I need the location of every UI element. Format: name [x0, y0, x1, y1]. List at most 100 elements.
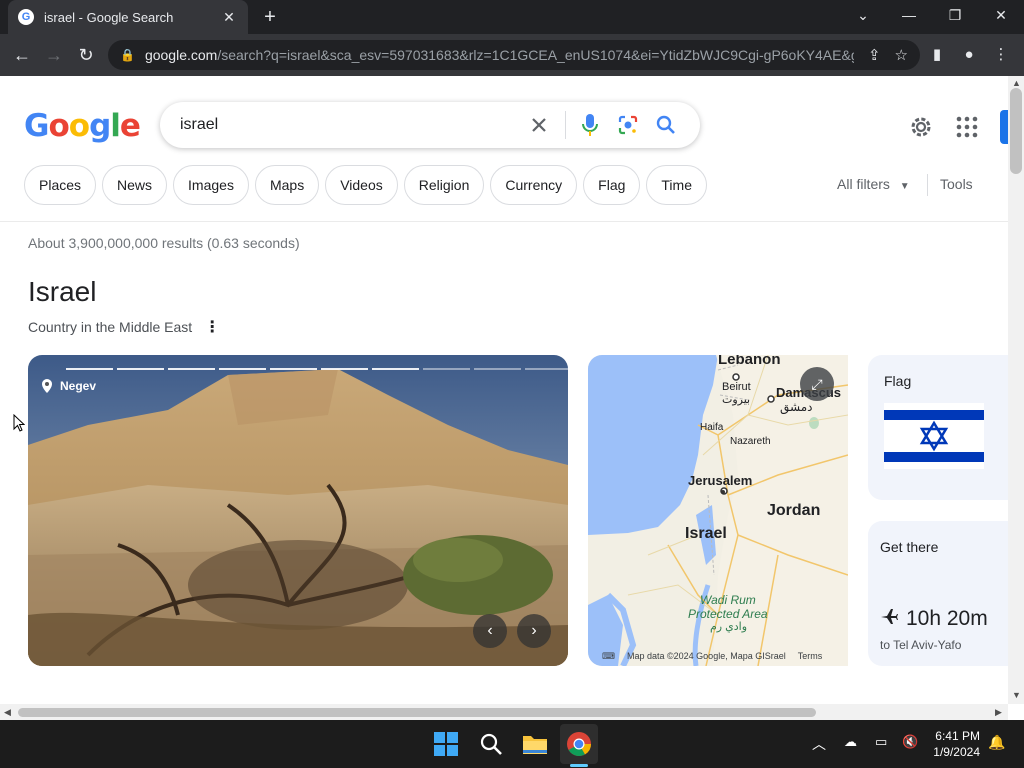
carousel-prev-button[interactable]: ‹	[473, 614, 507, 648]
progress-segment	[474, 368, 521, 370]
chip-flag[interactable]: Flag	[583, 165, 641, 205]
chip-maps[interactable]: Maps	[254, 165, 320, 205]
windows-start-icon[interactable]	[430, 728, 462, 760]
notification-bell-icon[interactable]: 🔔	[988, 734, 1005, 751]
share-icon[interactable]: ⇪	[868, 46, 881, 64]
volume-muted-icon[interactable]: 🔇	[902, 734, 918, 750]
map-label-beirut-arabic: بيروت	[722, 394, 751, 406]
url-text: google.com/search?q=israel&sca_esv=59703…	[144, 47, 854, 63]
map-label-jordan: Jordan	[767, 502, 821, 519]
all-filters-button[interactable]: All filters ▼	[837, 176, 910, 192]
google-logo[interactable]: Google	[24, 108, 141, 144]
flag-card[interactable]: Flag	[868, 355, 1008, 500]
browser-tab[interactable]: G israel - Google Search ✕	[8, 0, 248, 34]
restore-button[interactable]: ❐	[932, 0, 978, 30]
map-label-protected-area: Protected Area	[688, 607, 768, 621]
more-options-icon[interactable]: ⋮	[204, 317, 220, 337]
mouse-cursor-icon	[13, 413, 26, 437]
get-there-label: Get there	[880, 539, 939, 555]
search-icon[interactable]	[475, 728, 507, 760]
map-label-haifa: Haifa	[700, 422, 724, 433]
expand-map-icon[interactable]: ⤢	[800, 367, 834, 401]
windows-taskbar: ︿ ☁ ▭ 🔇 6:41 PM 1/9/2024 🔔	[0, 720, 1024, 768]
israel-flag-image	[884, 403, 984, 469]
google-favicon-icon: G	[18, 9, 34, 25]
airplane-icon	[880, 607, 898, 631]
chrome-active-indicator	[570, 764, 588, 767]
map-label-nazareth: Nazareth	[730, 436, 771, 447]
chip-videos[interactable]: Videos	[325, 165, 398, 205]
chip-time[interactable]: Time	[646, 165, 707, 205]
scroll-left-arrow-icon[interactable]: ◀	[4, 707, 11, 718]
keyboard-icon[interactable]: ⌨	[602, 651, 615, 662]
filter-divider	[927, 174, 928, 196]
back-button[interactable]: ←	[10, 43, 34, 67]
forward-button[interactable]: →	[42, 43, 66, 67]
lens-search-icon[interactable]	[614, 111, 642, 139]
chip-places[interactable]: Places	[24, 165, 97, 205]
chip-news[interactable]: News	[102, 165, 168, 205]
profile-icon[interactable]: ●	[958, 44, 980, 66]
chip-currency[interactable]: Currency	[490, 165, 578, 205]
flight-info: 10h 20m	[880, 607, 988, 631]
close-tab-icon[interactable]: ✕	[220, 9, 238, 26]
address-bar[interactable]: 🔒 google.com/search?q=israel&sca_esv=597…	[108, 40, 920, 70]
settings-gear-icon[interactable]	[908, 114, 934, 140]
map-label-israel: Israel	[685, 525, 727, 542]
photo-carousel[interactable]: Negev ‹ ›	[28, 355, 568, 666]
scroll-right-arrow-icon[interactable]: ▶	[995, 707, 1002, 718]
minimize-button[interactable]: —	[886, 0, 932, 30]
chip-images[interactable]: Images	[173, 165, 249, 205]
progress-segment	[117, 368, 164, 370]
photo-location: Negev	[42, 379, 96, 393]
progress-segment	[321, 368, 368, 370]
map-label-wadi-rum-arabic: وادي رم	[710, 621, 748, 633]
progress-segment	[168, 368, 215, 370]
side-panel-icon[interactable]: ▮	[926, 44, 948, 66]
filter-chips: Places News Images Maps Videos Religion …	[24, 165, 707, 205]
onedrive-offline-icon[interactable]: ☁	[844, 734, 857, 750]
result-stats: About 3,900,000,000 results (0.63 second…	[28, 235, 300, 251]
search-submit-icon[interactable]	[652, 111, 680, 139]
tab-search-chevron-icon[interactable]: ⌄	[840, 0, 886, 30]
taskbar-clock[interactable]: 6:41 PM 1/9/2024	[928, 728, 980, 760]
search-box	[160, 102, 700, 148]
lock-icon[interactable]: 🔒	[120, 48, 135, 62]
reload-button[interactable]: ↻	[74, 43, 98, 67]
get-there-card[interactable]: Get there 10h 20m to Tel Aviv-Yafo	[868, 521, 1008, 666]
google-apps-icon[interactable]	[956, 116, 978, 138]
map-terms-link[interactable]: Terms	[798, 651, 823, 662]
network-icon[interactable]: ▭	[875, 734, 887, 750]
flag-card-label: Flag	[884, 373, 912, 389]
search-input[interactable]	[180, 116, 515, 134]
knowledge-panel-subtitle: Country in the Middle East ⋮	[28, 317, 220, 337]
progress-segment	[219, 368, 266, 370]
map-card[interactable]: Lebanon Beirut بيروت Damascus دمشق Haifa…	[588, 355, 848, 666]
flight-destination: to Tel Aviv-Yafo	[880, 638, 962, 652]
progress-segment	[423, 368, 470, 370]
tools-button[interactable]: Tools	[940, 176, 973, 192]
new-tab-button[interactable]: +	[258, 6, 282, 28]
file-explorer-icon[interactable]	[519, 728, 551, 760]
more-menu-icon[interactable]: ⋮	[990, 44, 1012, 66]
scroll-down-arrow-icon[interactable]: ▼	[1012, 690, 1021, 700]
chrome-icon[interactable]	[563, 728, 595, 760]
chip-religion[interactable]: Religion	[403, 165, 485, 205]
clock-date: 1/9/2024	[933, 745, 980, 759]
close-window-button[interactable]: ✕	[978, 0, 1024, 30]
map-attribution: Map data ©2024 Google, Mapa GISrael	[627, 651, 786, 661]
horizontal-scroll-thumb[interactable]	[18, 708, 816, 717]
sign-in-button[interactable]	[1000, 110, 1008, 144]
location-pin-icon	[42, 379, 52, 393]
voice-search-icon[interactable]	[576, 111, 604, 139]
carousel-next-button[interactable]: ›	[517, 614, 551, 648]
progress-segment	[525, 368, 568, 370]
search-divider	[565, 111, 566, 139]
scroll-up-arrow-icon[interactable]: ▲	[1012, 78, 1021, 88]
show-hidden-icons-chevron-icon[interactable]: ︿	[812, 734, 826, 754]
browser-toolbar: ← → ↻ 🔒 google.com/search?q=israel&sca_e…	[0, 34, 1024, 76]
google-results-page: Google Places News Images Maps Videos Re…	[0, 76, 1008, 704]
vertical-scroll-thumb[interactable]	[1010, 88, 1022, 174]
clear-search-icon[interactable]	[525, 111, 553, 139]
bookmark-star-icon[interactable]: ☆	[895, 46, 908, 64]
